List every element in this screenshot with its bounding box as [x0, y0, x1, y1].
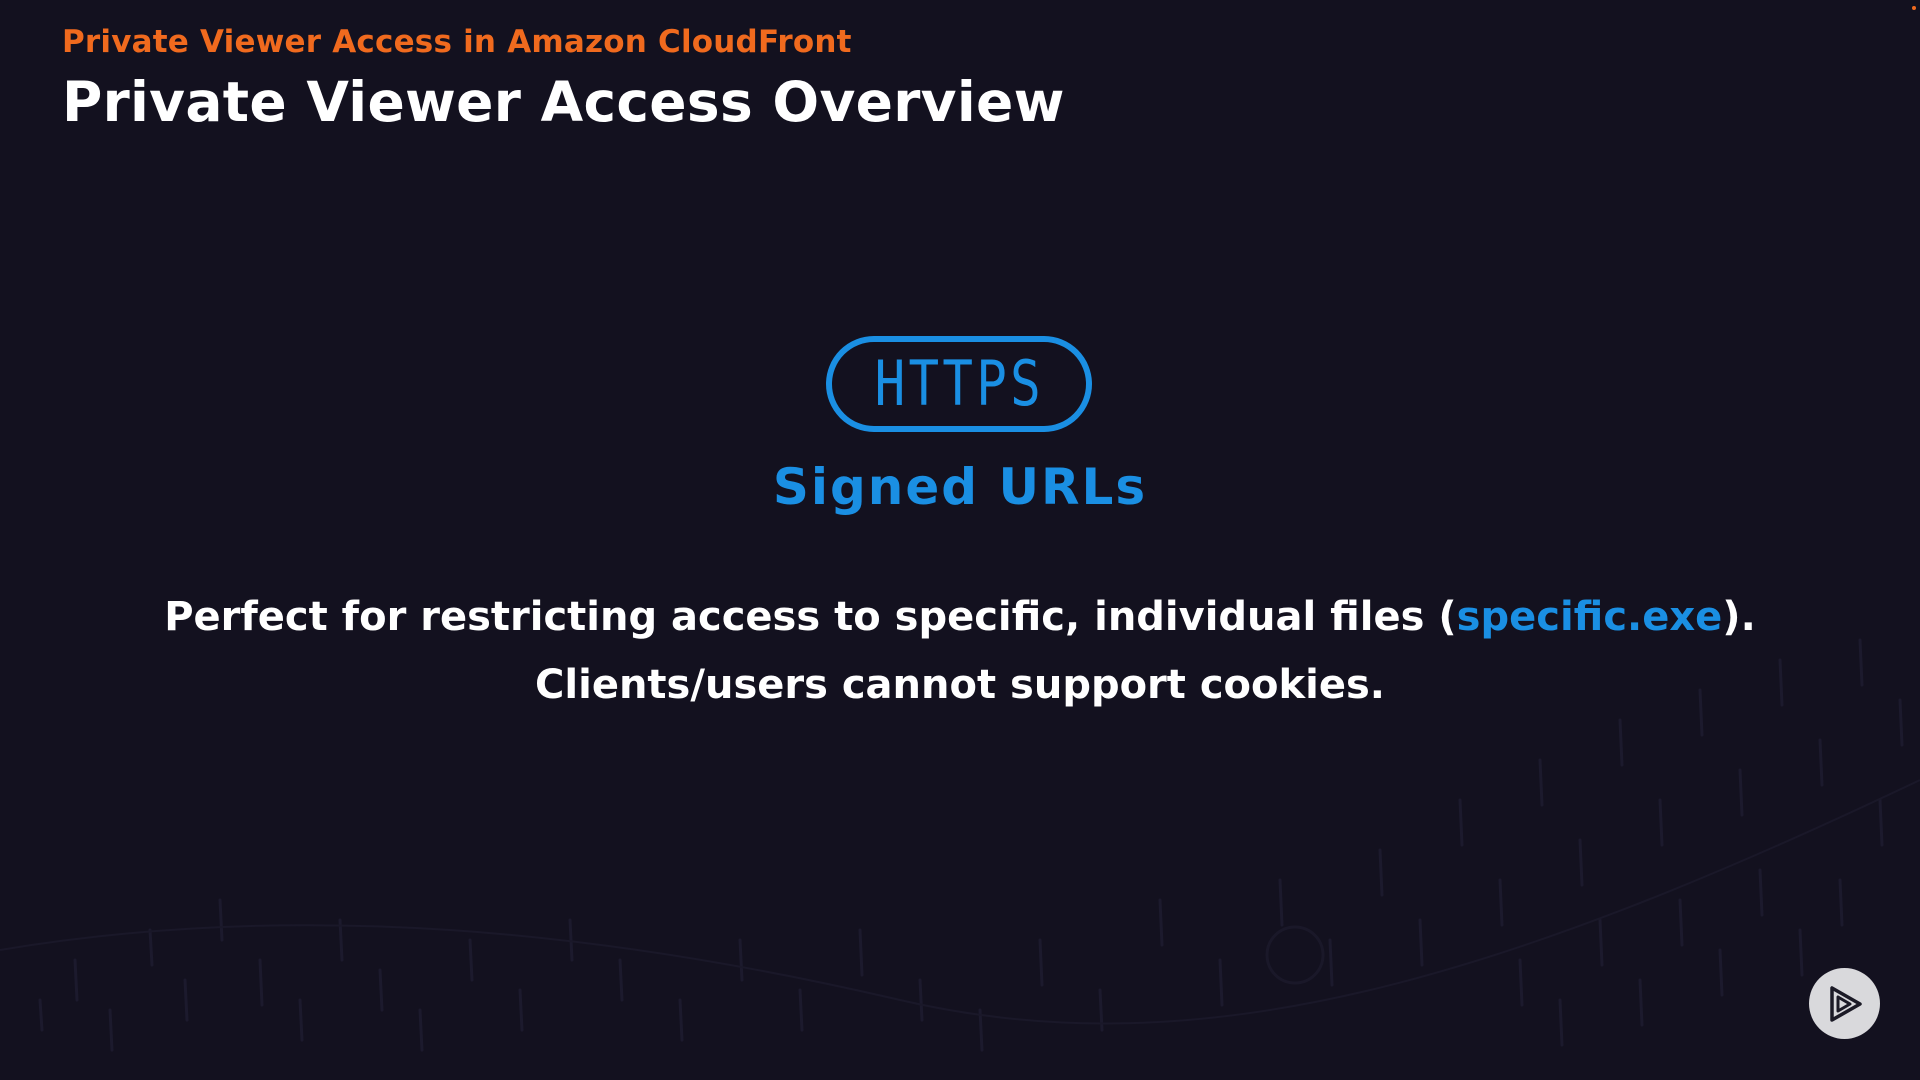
description-line-2: Clients/users cannot support cookies. — [535, 662, 1385, 708]
https-badge-text: HTTPS — [874, 347, 1044, 420]
https-badge: HTTPS — [826, 336, 1092, 432]
slide-title: Private Viewer Access Overview — [62, 70, 1065, 134]
slide: Private Viewer Access in Amazon CloudFro… — [0, 0, 1920, 1080]
description-line-1-end: ). — [1722, 594, 1756, 640]
feature-label: Signed URLs — [772, 458, 1148, 516]
corner-indicator-dot — [1912, 6, 1916, 10]
description-line-1-start: Perfect for restricting access to specif… — [164, 594, 1457, 640]
highlighted-filename: specific.exe — [1456, 594, 1723, 640]
play-button[interactable] — [1809, 968, 1880, 1039]
course-title: Private Viewer Access in Amazon CloudFro… — [62, 24, 852, 60]
description-line-1: Perfect for restricting access to specif… — [0, 594, 1920, 640]
play-logo-icon — [1829, 985, 1862, 1022]
background-pattern — [0, 638, 1920, 1052]
